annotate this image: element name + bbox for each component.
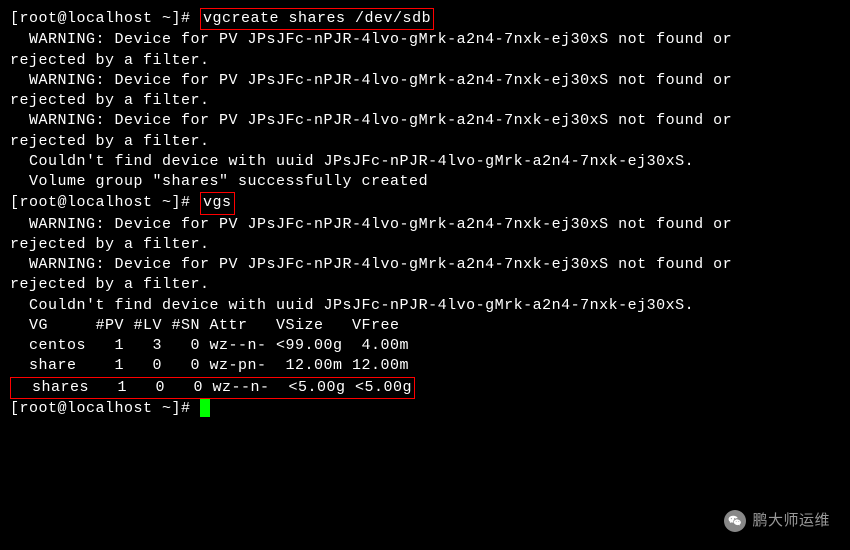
prompt: [root@localhost ~]# [10, 10, 200, 27]
command-vgs: vgs [200, 192, 235, 214]
output-notfound: Couldn't find device with uuid JPsJFc-nP… [10, 152, 840, 172]
vgs-header: VG #PV #LV #SN Attr VSize VFree [10, 316, 840, 336]
prompt-line-1: [root@localhost ~]# vgcreate shares /dev… [10, 8, 840, 30]
output-warning: rejected by a filter. [10, 275, 840, 295]
prompt: [root@localhost ~]# [10, 194, 200, 211]
prompt: [root@localhost ~]# [10, 400, 200, 417]
vgs-row-share: share 1 0 0 wz-pn- 12.00m 12.00m [10, 356, 840, 376]
output-warning: WARNING: Device for PV JPsJFc-nPJR-4lvo-… [10, 71, 840, 91]
watermark: 鹏大师运维 [724, 510, 830, 532]
prompt-line-3[interactable]: [root@localhost ~]# [10, 399, 840, 419]
output-success: Volume group "shares" successfully creat… [10, 172, 840, 192]
command-vgcreate: vgcreate shares /dev/sdb [200, 8, 434, 30]
output-warning: rejected by a filter. [10, 235, 840, 255]
vgs-row-shares: shares 1 0 0 wz--n- <5.00g <5.00g [10, 377, 415, 399]
output-warning: WARNING: Device for PV JPsJFc-nPJR-4lvo-… [10, 255, 840, 275]
vgs-row-shares-wrapper: shares 1 0 0 wz--n- <5.00g <5.00g [10, 377, 840, 399]
output-notfound: Couldn't find device with uuid JPsJFc-nP… [10, 296, 840, 316]
output-warning: rejected by a filter. [10, 51, 840, 71]
output-warning: WARNING: Device for PV JPsJFc-nPJR-4lvo-… [10, 215, 840, 235]
output-warning: WARNING: Device for PV JPsJFc-nPJR-4lvo-… [10, 111, 840, 131]
cursor [200, 399, 210, 417]
prompt-line-2: [root@localhost ~]# vgs [10, 192, 840, 214]
wechat-icon [724, 510, 746, 532]
output-warning: WARNING: Device for PV JPsJFc-nPJR-4lvo-… [10, 30, 840, 50]
vgs-row-centos: centos 1 3 0 wz--n- <99.00g 4.00m [10, 336, 840, 356]
watermark-text: 鹏大师运维 [752, 511, 830, 531]
output-warning: rejected by a filter. [10, 132, 840, 152]
output-warning: rejected by a filter. [10, 91, 840, 111]
